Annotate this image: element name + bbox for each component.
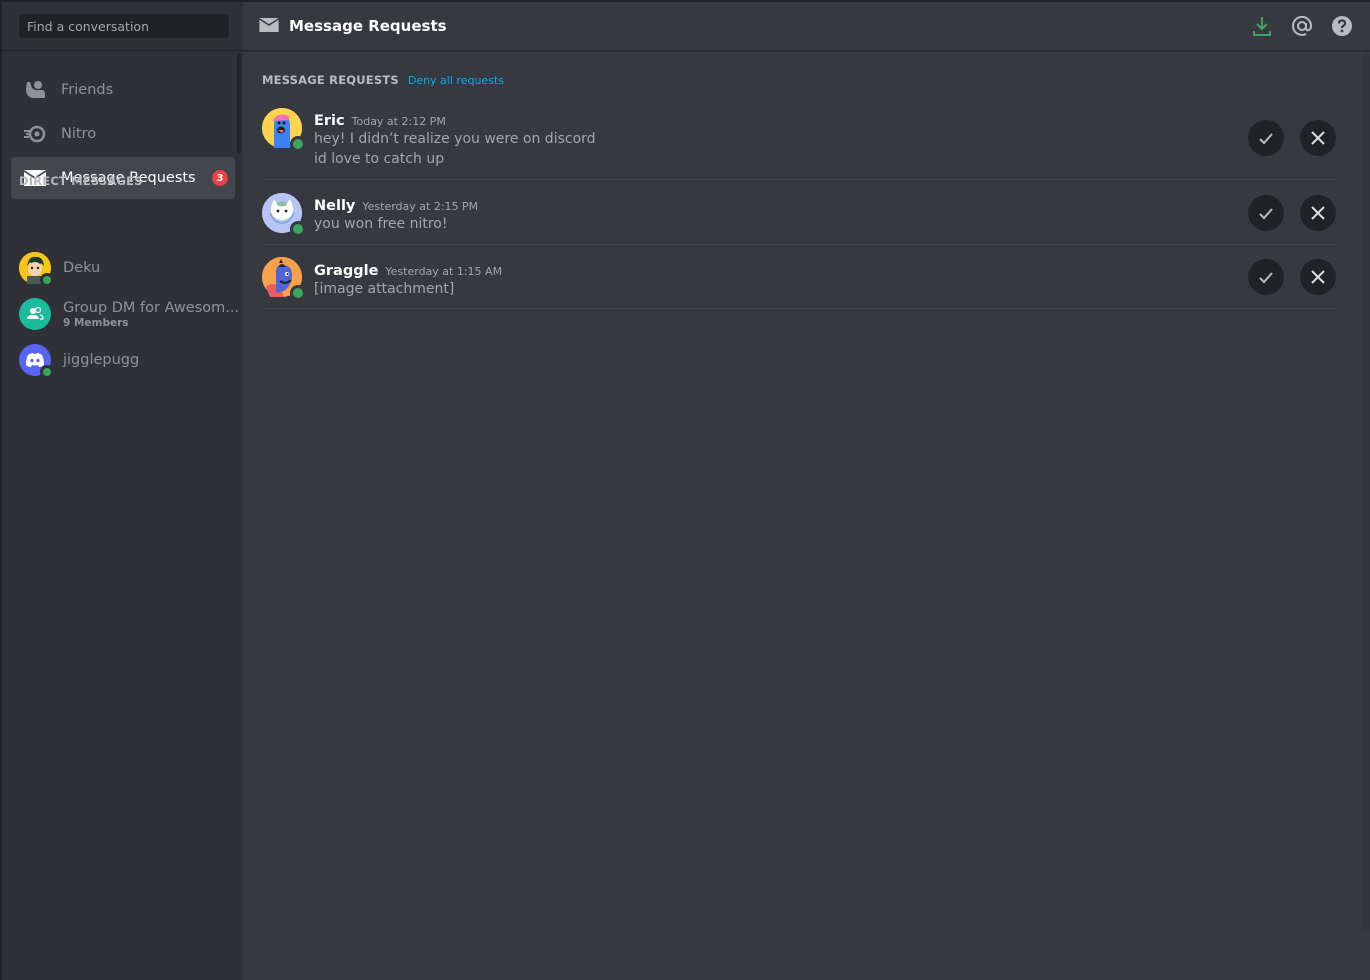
group-avatar <box>19 298 51 330</box>
find-conversation-input[interactable] <box>19 14 229 38</box>
requester-name: Nelly <box>314 198 356 214</box>
search-bar <box>2 2 243 51</box>
checkmark-icon <box>1259 208 1273 220</box>
deny-all-requests-link[interactable]: Deny all requests <box>408 74 504 87</box>
dm-name: jigglepugg <box>63 352 140 368</box>
sidebar-item-friends[interactable]: Friends <box>11 69 235 111</box>
discord-app: Friends Nitro Message Requests 3 DIRECT … <box>2 2 1370 980</box>
section-title: MESSAGE REQUESTS <box>262 73 399 87</box>
unread-badge: 3 <box>212 170 228 186</box>
request-row[interactable]: Graggle Yesterday at 1:15 AM [image attac… <box>262 245 1336 309</box>
close-icon <box>1311 206 1325 220</box>
message-requests-header: MESSAGE REQUESTS Deny all requests <box>262 73 504 87</box>
member-count: 9 Members <box>63 316 129 329</box>
top-bar: Message Requests <box>243 2 1370 51</box>
online-status-icon <box>290 136 306 152</box>
ignore-button[interactable] <box>1300 120 1336 156</box>
toolbar <box>1250 14 1354 38</box>
download-icon[interactable] <box>1250 14 1274 38</box>
avatar <box>19 344 54 379</box>
dm-item-deku[interactable]: Deku <box>11 247 235 289</box>
close-icon <box>1311 131 1325 145</box>
sidebar: Friends Nitro Message Requests 3 DIRECT … <box>2 2 243 980</box>
request-content: Graggle Yesterday at 1:15 AM [image attac… <box>314 260 502 299</box>
message-preview: hey! I didn’t realize you were on discor… <box>314 131 596 147</box>
sidebar-scrollbar[interactable] <box>237 54 241 154</box>
sidebar-item-label: Nitro <box>61 126 97 142</box>
message-preview: id love to catch up <box>314 151 445 167</box>
request-content: Nelly Yesterday at 2:15 PM you won free n… <box>314 195 478 234</box>
main-panel: Message Requests MESSAGE REQUESTS Deny a… <box>243 2 1370 980</box>
request-actions <box>1248 195 1336 231</box>
direct-messages-header: DIRECT MESSAGES <box>19 174 143 188</box>
accept-button[interactable] <box>1248 259 1284 295</box>
request-row[interactable]: Eric Today at 2:12 PM hey! I didn’t reali… <box>262 99 1336 180</box>
sidebar-item-label: Friends <box>61 82 114 98</box>
avatar <box>19 252 54 287</box>
online-status-icon <box>290 285 306 301</box>
ignore-button[interactable] <box>1300 259 1336 295</box>
avatar <box>262 108 306 152</box>
close-icon <box>1311 270 1325 284</box>
requester-name: Graggle <box>314 263 379 279</box>
friends-icon <box>23 78 47 102</box>
avatar <box>262 257 306 301</box>
envelope-icon <box>259 17 279 36</box>
mention-icon[interactable] <box>1290 14 1314 38</box>
nitro-icon <box>23 122 47 146</box>
group-icon <box>27 306 44 320</box>
main-scrollbar[interactable] <box>1362 52 1370 932</box>
message-preview: you won free nitro! <box>314 216 448 232</box>
message-preview: [image attachment] <box>314 281 455 297</box>
ignore-button[interactable] <box>1300 195 1336 231</box>
request-actions <box>1248 120 1336 156</box>
dm-item-group[interactable]: Group DM for Awesom... 9 Members <box>11 293 239 335</box>
dm-name: Group DM for Awesom... <box>63 299 240 316</box>
sidebar-item-nitro[interactable]: Nitro <box>11 113 235 155</box>
dm-name: Deku <box>63 260 101 276</box>
accept-button[interactable] <box>1248 195 1284 231</box>
checkmark-icon <box>1259 272 1273 284</box>
checkmark-icon <box>1259 133 1273 145</box>
online-status-icon <box>290 221 306 237</box>
online-status-icon <box>40 365 54 379</box>
requester-name: Eric <box>314 113 345 129</box>
request-content: Eric Today at 2:12 PM hey! I didn’t reali… <box>314 110 596 169</box>
timestamp: Yesterday at 1:15 AM <box>385 265 503 278</box>
request-actions <box>1248 259 1336 295</box>
page-title: Message Requests <box>289 17 447 35</box>
dm-item-jigglepugg[interactable]: jigglepugg <box>11 339 235 381</box>
timestamp: Yesterday at 2:15 PM <box>362 200 479 213</box>
online-status-icon <box>40 273 54 287</box>
request-row[interactable]: Nelly Yesterday at 2:15 PM you won free n… <box>262 180 1336 245</box>
timestamp: Today at 2:12 PM <box>351 115 446 128</box>
avatar <box>262 193 306 237</box>
accept-button[interactable] <box>1248 120 1284 156</box>
help-icon[interactable] <box>1330 14 1354 38</box>
